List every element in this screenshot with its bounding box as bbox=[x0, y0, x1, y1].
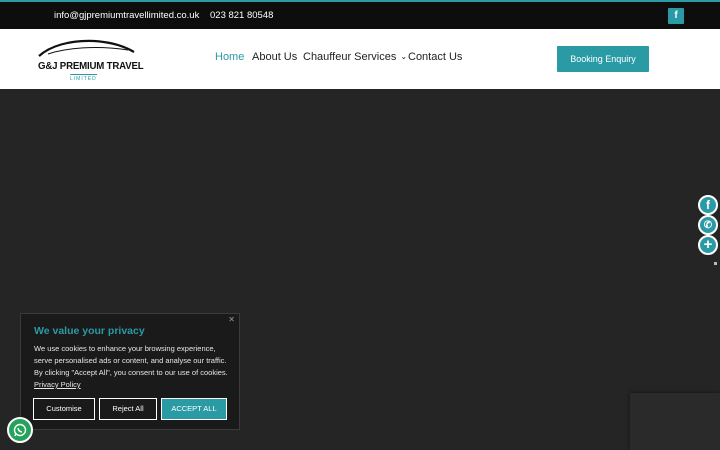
chevron-down-icon: ⌄ bbox=[400, 52, 408, 61]
recaptcha-badge[interactable] bbox=[630, 393, 720, 450]
nav-about-us[interactable]: About Us bbox=[252, 51, 297, 63]
email-link[interactable]: info@gjpremiumtravellimited.co.uk bbox=[54, 10, 199, 21]
reject-all-button[interactable]: Reject All bbox=[99, 398, 157, 420]
share-more-icon[interactable]: + bbox=[698, 235, 718, 255]
whatsapp-chat-button[interactable] bbox=[7, 417, 33, 443]
whatsapp-icon bbox=[13, 423, 27, 437]
share-facebook-icon[interactable]: f bbox=[698, 195, 718, 215]
site-header: G&J PREMIUM TRAVEL LIMITED Home About Us… bbox=[0, 29, 720, 89]
phone-link[interactable]: 023 821 80548 bbox=[210, 10, 273, 21]
nav-chauffeur-services-label: Chauffeur Services bbox=[303, 51, 397, 63]
accept-all-button[interactable]: ACCEPT ALL bbox=[161, 398, 227, 420]
customise-button[interactable]: Customise bbox=[33, 398, 95, 420]
cookie-body: We use cookies to enhance your browsing … bbox=[34, 344, 228, 377]
logo-name: G&J PREMIUM TRAVEL bbox=[38, 60, 144, 72]
nav-contact-us[interactable]: Contact Us bbox=[408, 51, 462, 63]
logo-subtitle: LIMITED bbox=[70, 74, 97, 82]
booking-enquiry-button[interactable]: Booking Enquiry bbox=[557, 46, 649, 72]
cookie-consent-banner: ✕ We value your privacy We use cookies t… bbox=[20, 313, 240, 430]
top-bar: info@gjpremiumtravellimited.co.uk 023 82… bbox=[0, 0, 720, 29]
privacy-policy-link[interactable]: Privacy Policy bbox=[34, 380, 81, 389]
close-icon[interactable]: ✕ bbox=[228, 315, 235, 324]
share-whatsapp-icon[interactable]: ✆ bbox=[698, 215, 718, 235]
nav-home[interactable]: Home bbox=[215, 51, 244, 63]
car-silhouette-icon bbox=[38, 39, 135, 57]
share-toggle-icon[interactable] bbox=[714, 262, 717, 265]
facebook-icon[interactable]: f bbox=[668, 8, 684, 24]
cookie-text: We use cookies to enhance your browsing … bbox=[34, 343, 234, 391]
nav-chauffeur-services[interactable]: Chauffeur Services ⌄ bbox=[303, 51, 407, 63]
site-logo[interactable]: G&J PREMIUM TRAVEL LIMITED bbox=[36, 36, 144, 82]
cookie-title: We value your privacy bbox=[34, 325, 145, 337]
